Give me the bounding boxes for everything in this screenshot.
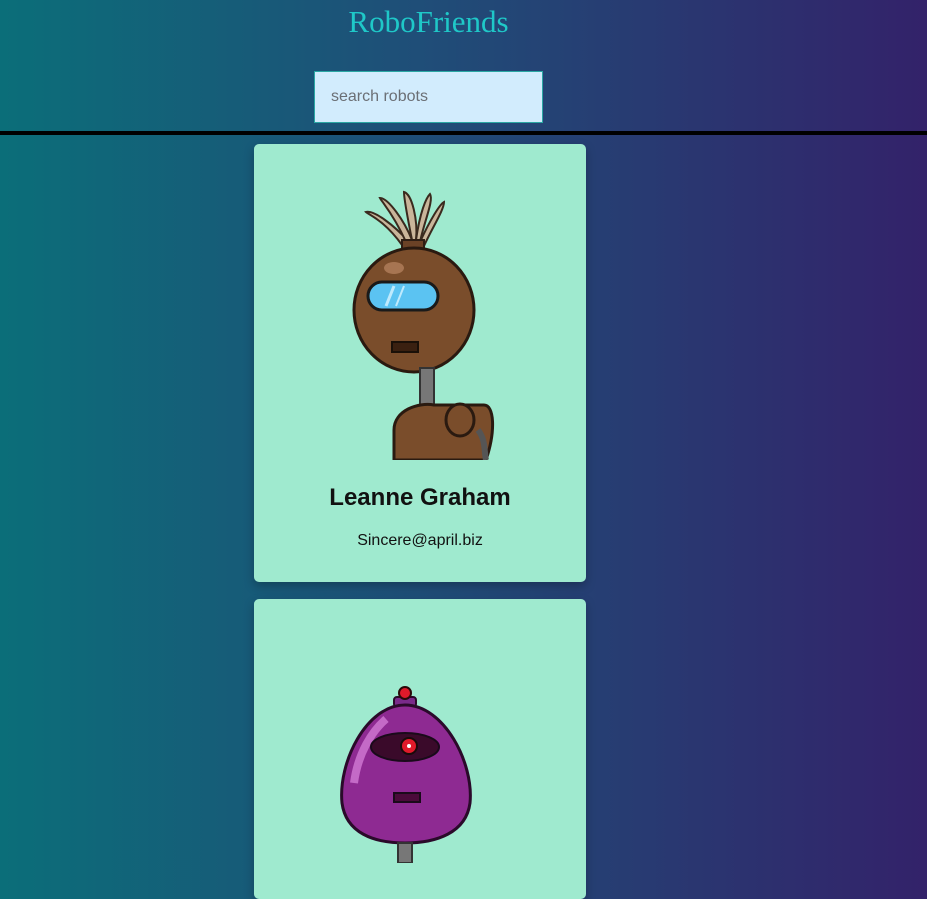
robot-email: Sincere@april.biz (357, 532, 483, 549)
header-divider (0, 131, 927, 135)
search-input[interactable] (314, 71, 543, 123)
robot-name: Leanne Graham (329, 484, 511, 511)
page-title: RoboFriends (348, 4, 509, 39)
robot-card[interactable]: Leanne Graham Sincere@april.biz (254, 144, 586, 582)
robot-card[interactable] (254, 599, 586, 899)
purple-robot-avatar (340, 686, 472, 863)
brown-robot-avatar (352, 190, 495, 460)
